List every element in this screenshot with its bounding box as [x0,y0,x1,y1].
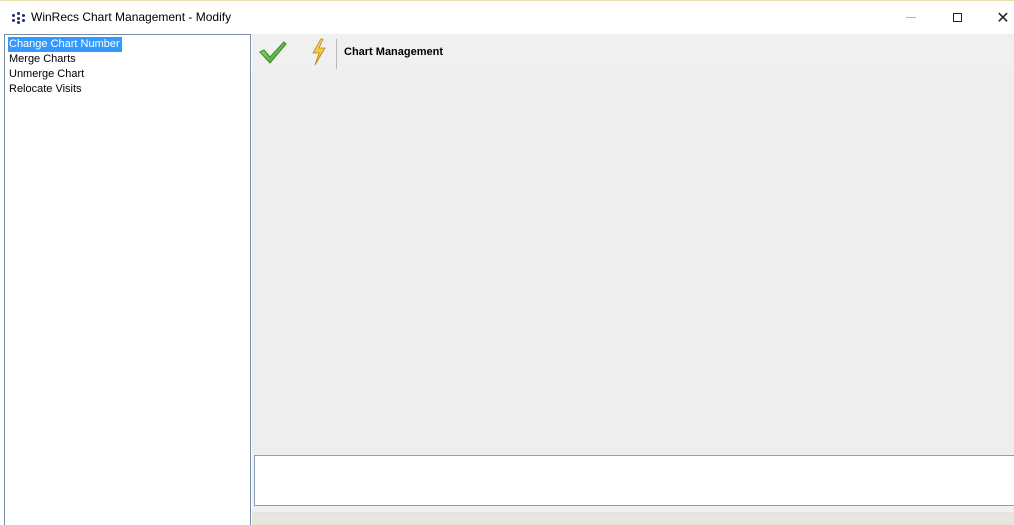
close-icon: ✕ [996,7,1010,27]
app-window: WinRecs Chart Management - Modify ✕ Chan… [0,0,1014,525]
maximize-button[interactable] [934,1,980,34]
list-item-label: Change Chart Number [8,37,122,52]
accept-button[interactable] [258,36,288,68]
main-panel: Chart Management [252,34,1014,525]
check-icon [259,41,287,64]
list-item-label: Unmerge Chart [9,68,85,80]
title-bar[interactable]: WinRecs Chart Management - Modify ✕ [0,0,1014,34]
window-title: WinRecs Chart Management - Modify [31,10,232,24]
list-item-change-chart-number[interactable]: Change Chart Number [5,37,250,52]
action-list[interactable]: Change Chart Number Merge Charts Unmerge… [4,34,251,525]
toolbar: Chart Management [252,34,1014,70]
toolbar-separator [336,39,337,69]
execute-button[interactable] [304,36,334,68]
app-icon[interactable] [12,12,26,24]
message-box[interactable] [254,455,1014,506]
toolbar-title: Chart Management [344,46,444,58]
status-bar [252,512,1014,525]
minimize-icon [906,17,916,18]
list-item-label: Merge Charts [9,53,76,65]
list-item-label: Relocate Visits [9,83,82,95]
minimize-button[interactable] [888,1,934,34]
content-area [252,70,1014,455]
lightning-bolt-icon [312,38,326,66]
maximize-icon [952,13,962,22]
list-item-unmerge-chart[interactable]: Unmerge Chart [5,67,250,82]
list-item-relocate-visits[interactable]: Relocate Visits [5,82,250,97]
close-button[interactable]: ✕ [980,1,1014,34]
list-item-merge-charts[interactable]: Merge Charts [5,52,250,67]
